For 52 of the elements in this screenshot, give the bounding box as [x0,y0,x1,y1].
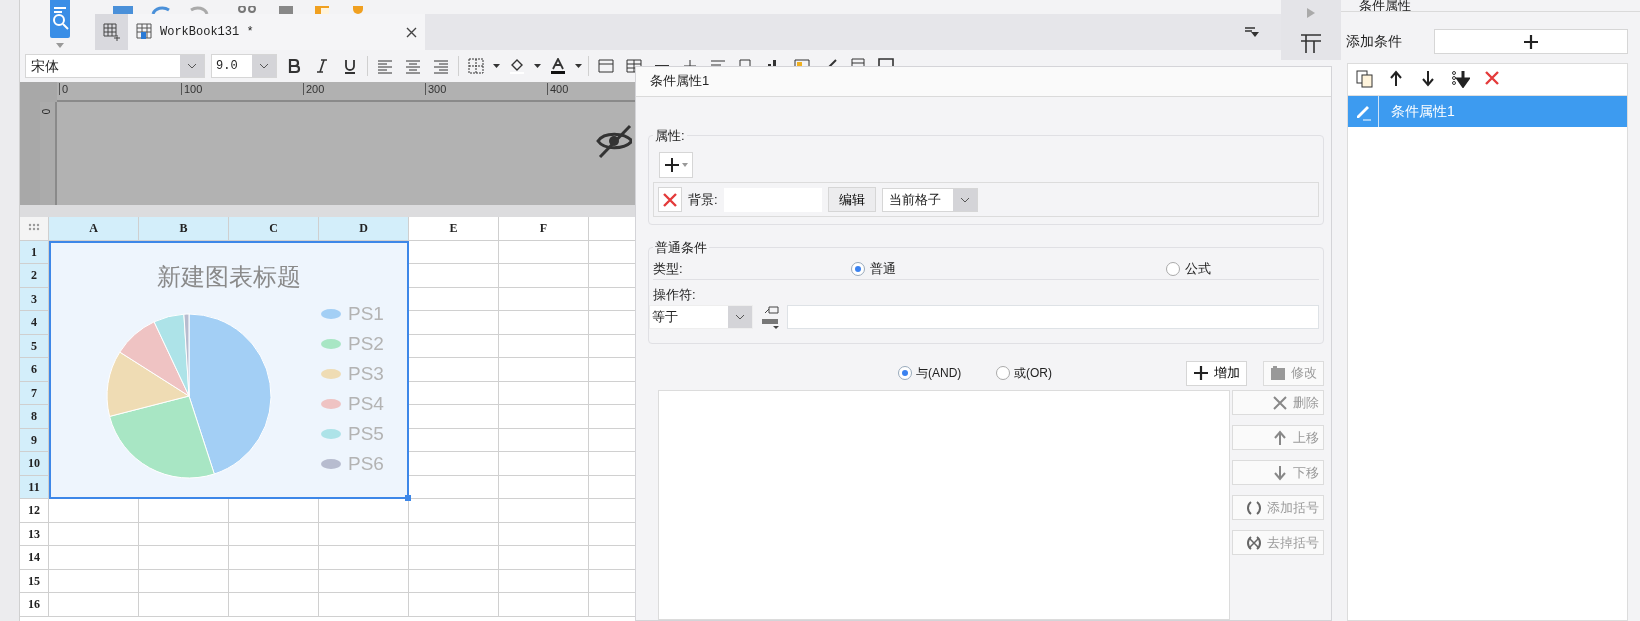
radio-option[interactable]: 或(OR) [996,364,1136,382]
column-header[interactable]: E [409,217,499,241]
legend-label: PS5 [348,421,384,446]
edit-button[interactable]: 编辑 [827,187,876,212]
row-header[interactable]: 6 [20,358,49,382]
row-header[interactable]: 5 [20,334,49,358]
legend-label: PS3 [348,361,384,386]
row-header[interactable]: 15 [20,569,49,593]
row-header[interactable]: 10 [20,452,49,476]
legend-label: PS6 [348,451,384,476]
radio-option[interactable]: 与(AND) [898,364,996,382]
chart-title: 新建图表标题 [156,261,302,292]
field-label: 操作符: [653,286,697,304]
row-header[interactable]: 13 [20,522,49,546]
ruler-label: 300 [425,83,447,95]
ruler-label: 200 [303,83,325,95]
row-header[interactable]: 4 [20,311,49,335]
column-header[interactable]: B [139,217,229,241]
legend-label: PS1 [348,301,384,326]
row-header[interactable]: 8 [20,405,49,429]
font-dropdown[interactable]: 宋体 [25,54,205,78]
radio-option[interactable]: 公式 [1166,258,1211,279]
panel-title: 条件属性 [1359,0,1411,11]
legend-label: PS2 [348,331,384,356]
column-header[interactable]: F [499,217,589,241]
font-size-dropdown[interactable]: 9.0 [211,54,277,78]
row-header[interactable]: 12 [20,499,49,523]
row-header[interactable]: 11 [20,475,49,499]
row-header[interactable]: 1 [20,240,49,264]
field-label: 类型: [653,259,684,278]
column-header[interactable]: C [229,217,319,241]
operator-dropdown[interactable]: 等于 [649,305,753,329]
row-header[interactable]: 14 [20,546,49,570]
field-label: 背景: [688,190,718,209]
legend-label: PS4 [348,391,384,416]
row-header[interactable]: 9 [20,428,49,452]
field-label: 添加条件 [1346,32,1403,51]
radio-option[interactable]: 普通 [851,258,1166,279]
row-header[interactable]: 3 [20,287,49,311]
workbook-tab[interactable]: WorkBook131 * [128,14,425,50]
dialog-title: 条件属性1 [650,73,710,88]
ruler-label: 0 [39,108,53,115]
column-header[interactable]: A [49,217,139,241]
ruler-label: 400 [547,83,569,95]
row-header[interactable]: 16 [20,593,49,617]
ruler-label: 0 [59,83,69,95]
action-button[interactable]: 增加 [1186,360,1247,386]
ruler-label: 100 [181,83,203,95]
row-header[interactable]: 2 [20,264,49,288]
row-header[interactable]: 7 [20,381,49,405]
scope-dropdown[interactable]: 当前格子 [881,187,978,212]
column-header[interactable]: D [319,217,409,241]
